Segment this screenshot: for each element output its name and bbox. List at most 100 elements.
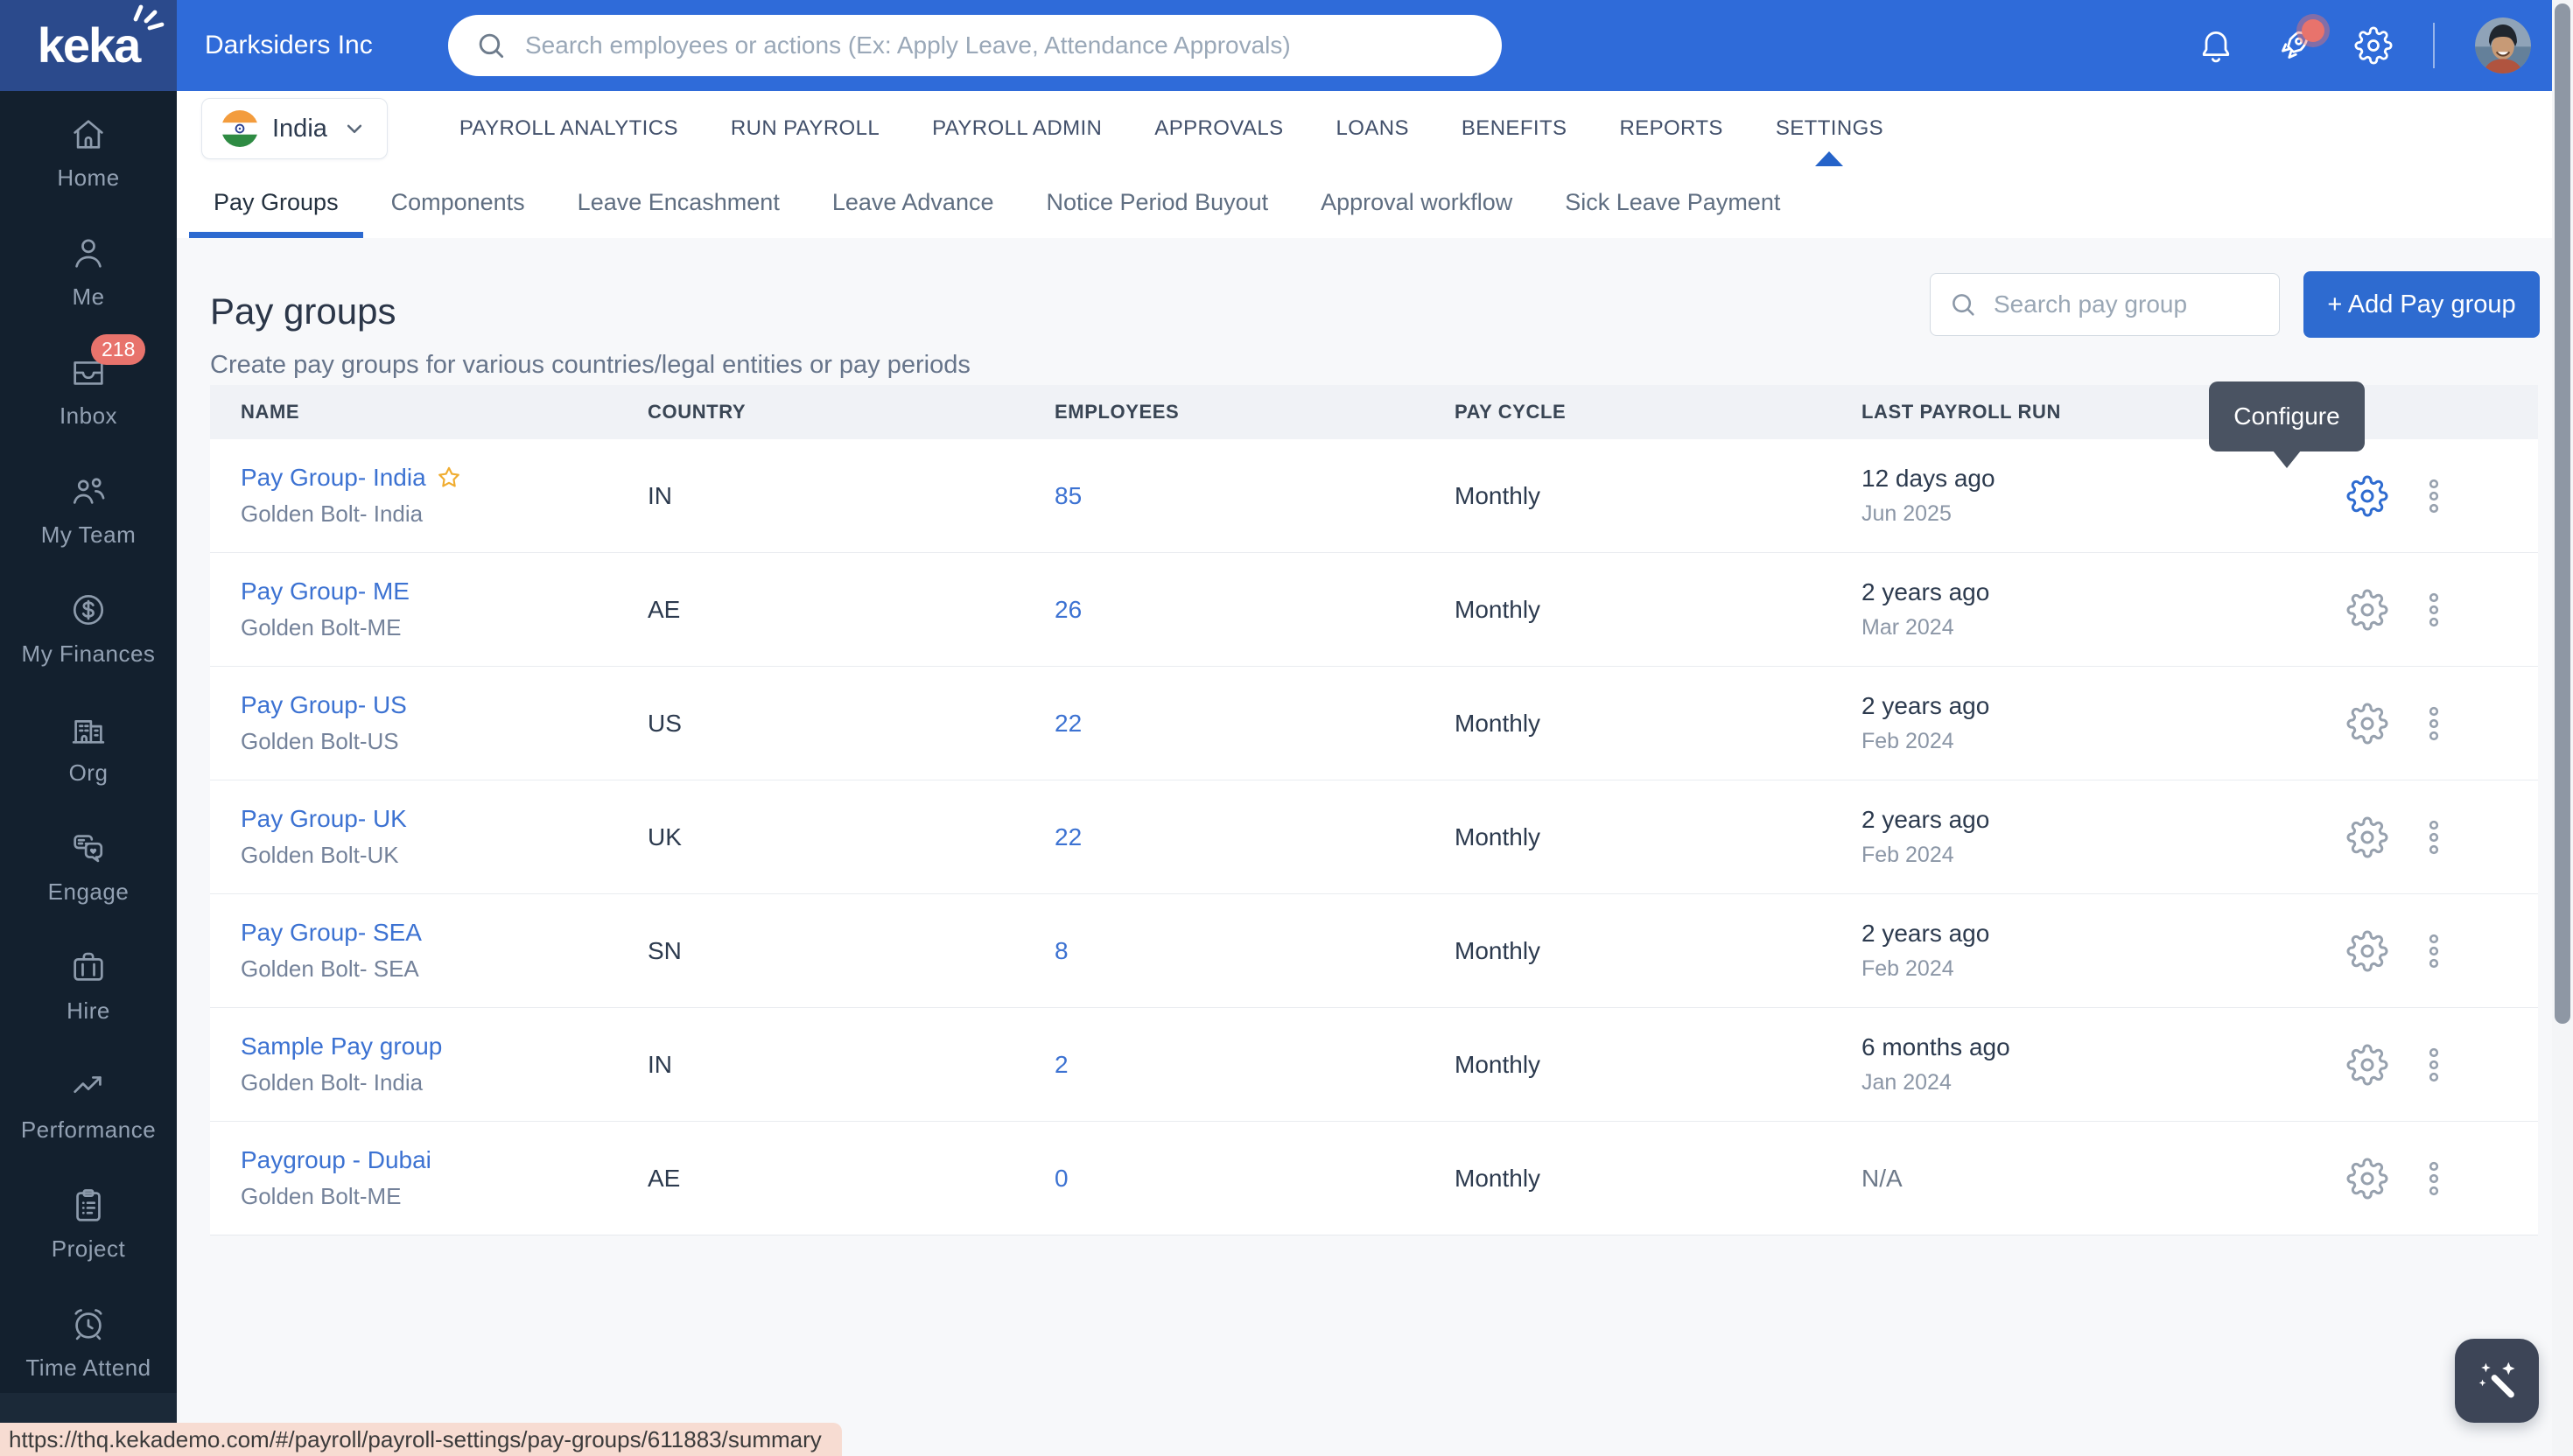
legal-entity-label: Golden Bolt- India <box>241 500 648 528</box>
inbox-badge: 218 <box>91 334 145 365</box>
employee-count-link[interactable]: 26 <box>1055 596 1455 624</box>
configure-gear-icon[interactable] <box>2346 816 2388 858</box>
configure-gear-icon[interactable] <box>2346 475 2388 517</box>
row-menu-kebab-icon[interactable] <box>2413 475 2455 517</box>
row-menu-kebab-icon[interactable] <box>2413 1158 2455 1200</box>
sub-tab-leave-advance[interactable]: Leave Advance <box>806 166 1020 238</box>
pay-group-name-link[interactable]: Sample Pay group <box>241 1032 442 1060</box>
last-payroll-run-date: Jan 2024 <box>1861 1070 2258 1096</box>
employee-count-link[interactable]: 22 <box>1055 823 1455 851</box>
table-row: Paygroup - Dubai Golden Bolt-ME AE 0 Mon… <box>210 1121 2538 1235</box>
link-preview-statusbar: https://thq.kekademo.com/#/payroll/payro… <box>0 1423 842 1456</box>
row-menu-kebab-icon[interactable] <box>2413 930 2455 972</box>
sidebar-item-my-team[interactable]: My Team <box>0 450 177 569</box>
pay-group-name-link[interactable]: Pay Group- US <box>241 691 407 719</box>
pay-groups-table: NAMECOUNTRYEMPLOYEESPAY CYCLELAST PAYROL… <box>210 385 2538 1236</box>
star-icon[interactable] <box>435 464 463 492</box>
sidebar-item-org[interactable]: Org <box>0 688 177 807</box>
pay-group-name-link[interactable]: Paygroup - Dubai <box>241 1146 431 1174</box>
team-icon <box>68 471 109 511</box>
configure-gear-icon[interactable] <box>2346 1158 2388 1200</box>
table-header: NAMECOUNTRYEMPLOYEESPAY CYCLELAST PAYROL… <box>210 385 2538 439</box>
magic-wand-icon <box>2471 1355 2522 1406</box>
settings-gear-icon[interactable] <box>2354 26 2393 65</box>
nav-tab-approvals[interactable]: APPROVALS <box>1128 91 1309 166</box>
nav-tab-benefits[interactable]: BENEFITS <box>1435 91 1594 166</box>
add-pay-group-button[interactable]: + Add Pay group <box>2303 271 2540 338</box>
link-preview-url: https://thq.kekademo.com/#/payroll/payro… <box>0 1426 822 1453</box>
sub-tab-approval-workflow[interactable]: Approval workflow <box>1294 166 1539 238</box>
pay-group-name-link[interactable]: Pay Group- SEA <box>241 919 422 947</box>
magic-wand-fab[interactable] <box>2455 1339 2539 1423</box>
pay-group-name-link[interactable]: Pay Group- ME <box>241 578 410 606</box>
settings-subnav: Pay GroupsComponentsLeave EncashmentLeav… <box>177 166 2562 239</box>
notification-dot <box>2302 19 2324 42</box>
configure-gear-icon[interactable] <box>2346 703 2388 745</box>
logo-text: keka <box>38 18 140 73</box>
nav-tab-payroll-analytics[interactable]: PAYROLL ANALYTICS <box>433 91 705 166</box>
row-menu-kebab-icon[interactable] <box>2413 816 2455 858</box>
whats-new-rocket-icon[interactable] <box>2275 26 2314 65</box>
notifications-bell-icon[interactable] <box>2197 26 2235 65</box>
sidebar-item-engage[interactable]: Engage <box>0 807 177 926</box>
payroll-navbar: India PAYROLL ANALYTICSRUN PAYROLLPAYROL… <box>177 91 2552 167</box>
sidebar-item-project[interactable]: Project <box>0 1164 177 1283</box>
pay-group-search[interactable] <box>1930 273 2280 336</box>
configure-gear-icon[interactable] <box>2346 930 2388 972</box>
nav-tab-payroll-admin[interactable]: PAYROLL ADMIN <box>906 91 1128 166</box>
last-payroll-run-date: Jun 2025 <box>1861 501 2258 527</box>
user-avatar[interactable] <box>2475 18 2531 74</box>
nav-tab-loans[interactable]: LOANS <box>1310 91 1435 166</box>
sidebar-item-hire[interactable]: Hire <box>0 926 177 1045</box>
sidebar-item-label: Time Attend <box>25 1354 151 1382</box>
sidebar-item-me[interactable]: Me <box>0 212 177 331</box>
sub-tab-pay-groups[interactable]: Pay Groups <box>187 166 365 238</box>
configure-gear-icon[interactable] <box>2346 1044 2388 1086</box>
pay-group-name-link[interactable]: Pay Group- UK <box>241 805 407 833</box>
row-menu-kebab-icon[interactable] <box>2413 589 2455 631</box>
sidebar-item-performance[interactable]: Performance <box>0 1045 177 1164</box>
sidebar-item-home[interactable]: Home <box>0 93 177 212</box>
project-icon <box>68 1185 109 1225</box>
table-row: Sample Pay group Golden Bolt- India IN 2… <box>210 1007 2538 1121</box>
employee-count-link[interactable]: 85 <box>1055 482 1455 510</box>
sidebar-item-label: My Team <box>41 522 137 549</box>
row-menu-kebab-icon[interactable] <box>2413 703 2455 745</box>
table-row: Pay Group- ME Golden Bolt-ME AE 26 Month… <box>210 552 2538 666</box>
sub-tab-notice-period-buyout[interactable]: Notice Period Buyout <box>1020 166 1294 238</box>
sub-tab-leave-encashment[interactable]: Leave Encashment <box>551 166 806 238</box>
sub-tab-sick-leave-payment[interactable]: Sick Leave Payment <box>1539 166 1806 238</box>
configure-gear-icon[interactable] <box>2346 589 2388 631</box>
employee-count-link[interactable]: 2 <box>1055 1051 1455 1079</box>
global-search-input[interactable] <box>523 31 1476 60</box>
sidebar-item-inbox[interactable]: 218 Inbox <box>0 331 177 450</box>
last-payroll-run: 2 years ago <box>1861 692 2258 720</box>
sidebar-item-label: Performance <box>21 1116 156 1144</box>
legal-entity-label: Golden Bolt-ME <box>241 1183 648 1210</box>
global-search[interactable] <box>448 15 1502 76</box>
table-row: Pay Group- US Golden Bolt-US US 22 Month… <box>210 666 2538 780</box>
tooltip-arrow <box>2273 451 2301 468</box>
logo-spark-icon <box>130 4 165 33</box>
topbar-divider <box>2433 23 2435 68</box>
keka-logo[interactable]: keka <box>0 0 177 91</box>
pay-group-search-input[interactable] <box>1992 290 2311 319</box>
country-selector[interactable]: India <box>201 98 388 159</box>
country-code: SN <box>648 937 1055 965</box>
employee-count-link[interactable]: 22 <box>1055 710 1455 738</box>
employee-count-link[interactable]: 8 <box>1055 937 1455 965</box>
nav-tab-run-payroll[interactable]: RUN PAYROLL <box>705 91 906 166</box>
sidebar-item-my-finances[interactable]: My Finances <box>0 569 177 688</box>
last-payroll-run: 2 years ago <box>1861 578 2258 606</box>
pay-group-name-link[interactable]: Pay Group- India <box>241 464 426 492</box>
employee-count-link[interactable]: 0 <box>1055 1165 1455 1193</box>
finance-icon <box>68 590 109 630</box>
pay-cycle-value: Monthly <box>1455 1165 1861 1193</box>
nav-tab-settings[interactable]: SETTINGS <box>1749 91 1910 166</box>
scrollbar-thumb[interactable] <box>2555 4 2570 1024</box>
nav-tab-reports[interactable]: REPORTS <box>1593 91 1749 166</box>
sidebar-item-time-attend[interactable]: Time Attend <box>0 1283 177 1402</box>
search-icon <box>474 29 508 62</box>
row-menu-kebab-icon[interactable] <box>2413 1044 2455 1086</box>
sub-tab-components[interactable]: Components <box>365 166 551 238</box>
